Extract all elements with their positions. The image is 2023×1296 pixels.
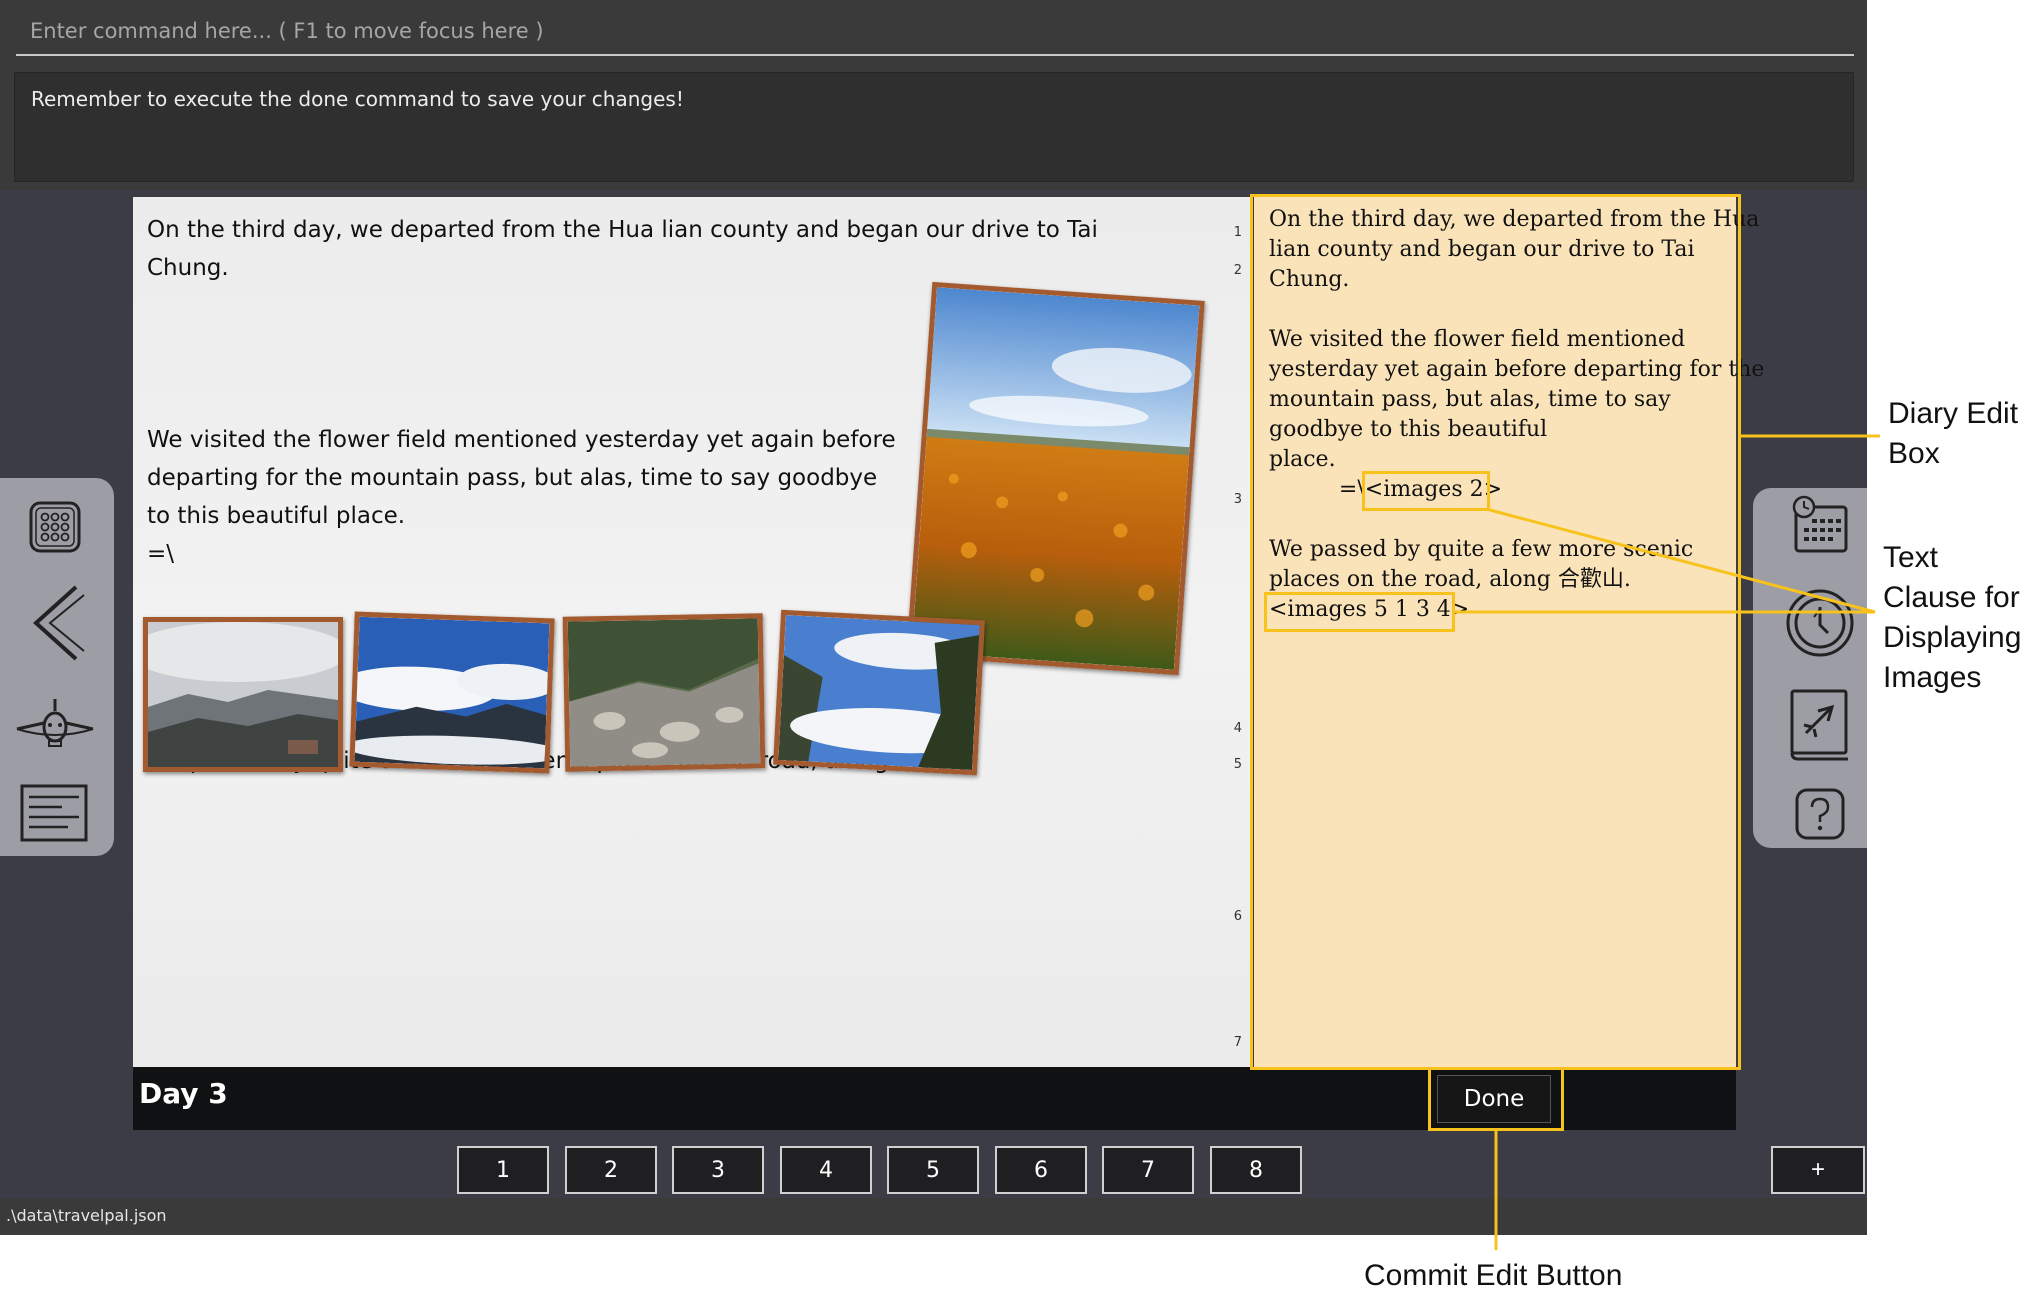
edit-box-label: Diary Edit Box (1888, 397, 2019, 470)
commit-button-label: Commit Edit Button (1364, 1259, 1623, 1292)
text-clause-label: Text Clause for Displaying Images (1883, 541, 2022, 694)
annotation-lines (1455, 434, 1880, 1250)
